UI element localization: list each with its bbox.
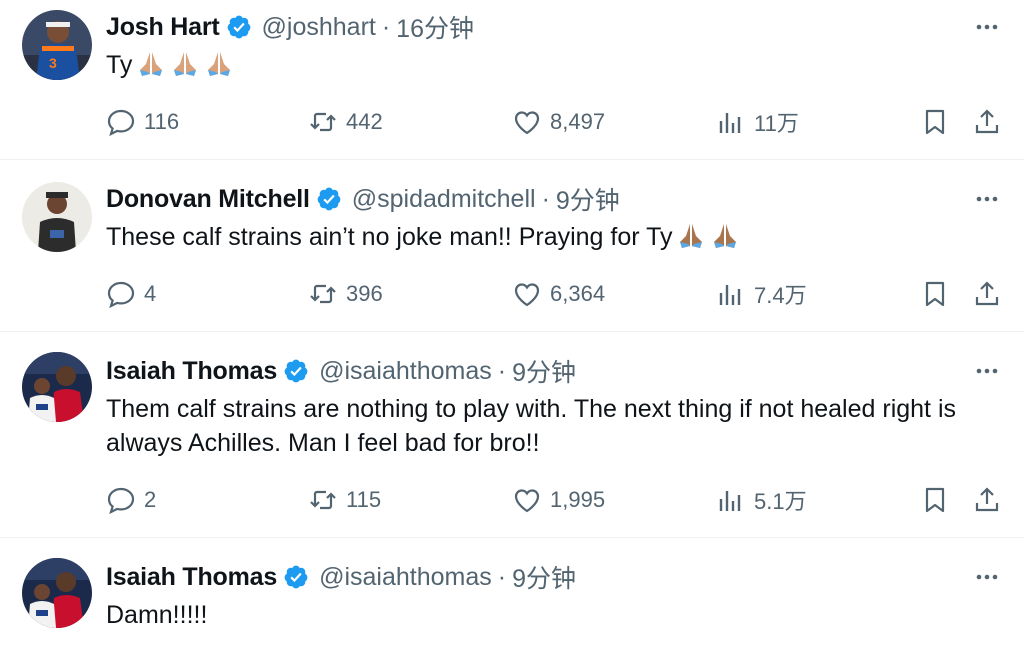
reply-count: 4 [144,281,157,306]
tweet-feed: 3 Josh Hart @joshhart · 16分钟 Ty 116 442 [0,0,1024,652]
heart-icon [514,111,540,135]
heart-icon [514,489,540,513]
reply-count: 2 [144,487,157,512]
tweet-text-body: These calf strains ain’t no joke man!! P… [106,223,673,251]
verified-badge-icon [283,358,309,384]
tweet-header: Isaiah Thomas @isaiahthomas · 9分钟 [106,560,576,594]
separator: · [541,184,550,213]
tweet[interactable]: Isaiah Thomas @isaiahthomas · 9分钟 Them c… [0,332,1024,538]
display-name[interactable]: Donovan Mitchell [106,185,310,214]
retweet-icon [310,112,336,132]
bookmark-icon[interactable] [920,485,950,515]
more-icon[interactable] [972,184,1002,214]
timestamp[interactable]: 9分钟 [556,181,620,217]
retweet-count: 396 [346,281,383,306]
share-icon[interactable] [972,279,1002,309]
tweet-header: Josh Hart @joshhart · 16分钟 [106,10,474,44]
retweet-icon [310,490,336,510]
reply-icon [107,109,135,137]
tweet-header: Isaiah Thomas @isaiahthomas · 9分钟 [106,354,576,388]
views-count: 5.1万 [754,489,807,514]
verified-badge-icon [283,564,309,590]
avatar[interactable] [22,558,92,628]
timestamp[interactable]: 16分钟 [396,9,474,45]
tweet-text-body: Ty [106,51,133,79]
avatar[interactable] [22,182,92,252]
bookmark-icon[interactable] [920,279,950,309]
views-button[interactable]: 7.4万 [716,274,807,314]
views-icon [719,113,741,133]
views-button[interactable]: 5.1万 [716,480,807,520]
views-icon [719,491,741,511]
tweet-text: These calf strains ain’t no joke man!! P… [106,220,1006,254]
folded-hands-emoji [710,220,740,250]
share-icon[interactable] [972,485,1002,515]
like-count: 6,364 [550,281,606,306]
retweet-count: 115 [346,487,382,512]
tweet-header: Donovan Mitchell @spidadmitchell · 9分钟 [106,182,620,216]
views-icon [719,285,741,305]
like-button[interactable]: 8,497 [512,102,605,142]
heart-icon [514,283,540,307]
like-button[interactable]: 6,364 [512,274,605,314]
timestamp[interactable]: 9分钟 [512,353,576,389]
timestamp[interactable]: 9分钟 [512,559,576,595]
tweet[interactable]: Donovan Mitchell @spidadmitchell · 9分钟 T… [0,160,1024,332]
bookmark-icon[interactable] [920,107,950,137]
display-name[interactable]: Josh Hart [106,13,220,42]
more-icon[interactable] [972,356,1002,386]
views-count: 11万 [754,111,799,136]
verified-badge-icon [316,186,342,212]
action-bar: 116 442 8,497 11万 [0,102,1024,142]
handle[interactable]: @isaiahthomas [319,357,492,386]
share-icon[interactable] [972,107,1002,137]
avatar[interactable]: 3 [22,10,92,80]
handle[interactable]: @isaiahthomas [319,563,492,592]
folded-hands-emoji [170,48,200,78]
tweet-text: Ty [106,48,1006,82]
views-button[interactable]: 11万 [716,102,799,142]
views-count: 7.4万 [754,283,807,308]
action-bar: 4 396 6,364 7.4万 [0,274,1024,314]
display-name[interactable]: Isaiah Thomas [106,563,277,592]
action-bar: 2 115 1,995 5.1万 [0,480,1024,520]
handle[interactable]: @spidadmitchell [352,185,536,214]
reply-icon [107,487,135,515]
handle[interactable]: @joshhart [262,13,376,42]
like-button[interactable]: 1,995 [512,480,605,520]
more-icon[interactable] [972,562,1002,592]
more-icon[interactable] [972,12,1002,42]
reply-button[interactable]: 4 [106,274,156,314]
folded-hands-emoji [676,220,706,250]
avatar[interactable] [22,352,92,422]
verified-badge-icon [226,14,252,40]
retweet-count: 442 [346,109,383,134]
retweet-icon [310,284,336,304]
tweet[interactable]: Isaiah Thomas @isaiahthomas · 9分钟 Damn!!… [0,538,1024,652]
tweet[interactable]: 3 Josh Hart @joshhart · 16分钟 Ty 116 442 [0,0,1024,160]
reply-button[interactable]: 116 [106,102,179,142]
like-count: 8,497 [550,109,606,134]
separator: · [381,12,391,41]
retweet-button[interactable]: 396 [308,274,383,314]
display-name[interactable]: Isaiah Thomas [106,357,277,386]
folded-hands-emoji [136,48,166,78]
tweet-text: Them calf strains are nothing to play wi… [106,395,963,457]
reply-count: 116 [144,109,180,134]
like-count: 1,995 [550,487,606,512]
tweet-text: Damn!!!!! [106,601,208,629]
svg-text:3: 3 [49,55,57,71]
reply-icon [107,281,135,309]
retweet-button[interactable]: 442 [308,102,383,142]
folded-hands-emoji [204,48,234,78]
separator: · [497,356,507,385]
retweet-button[interactable]: 115 [308,480,381,520]
reply-button[interactable]: 2 [106,480,156,520]
separator: · [497,562,507,591]
